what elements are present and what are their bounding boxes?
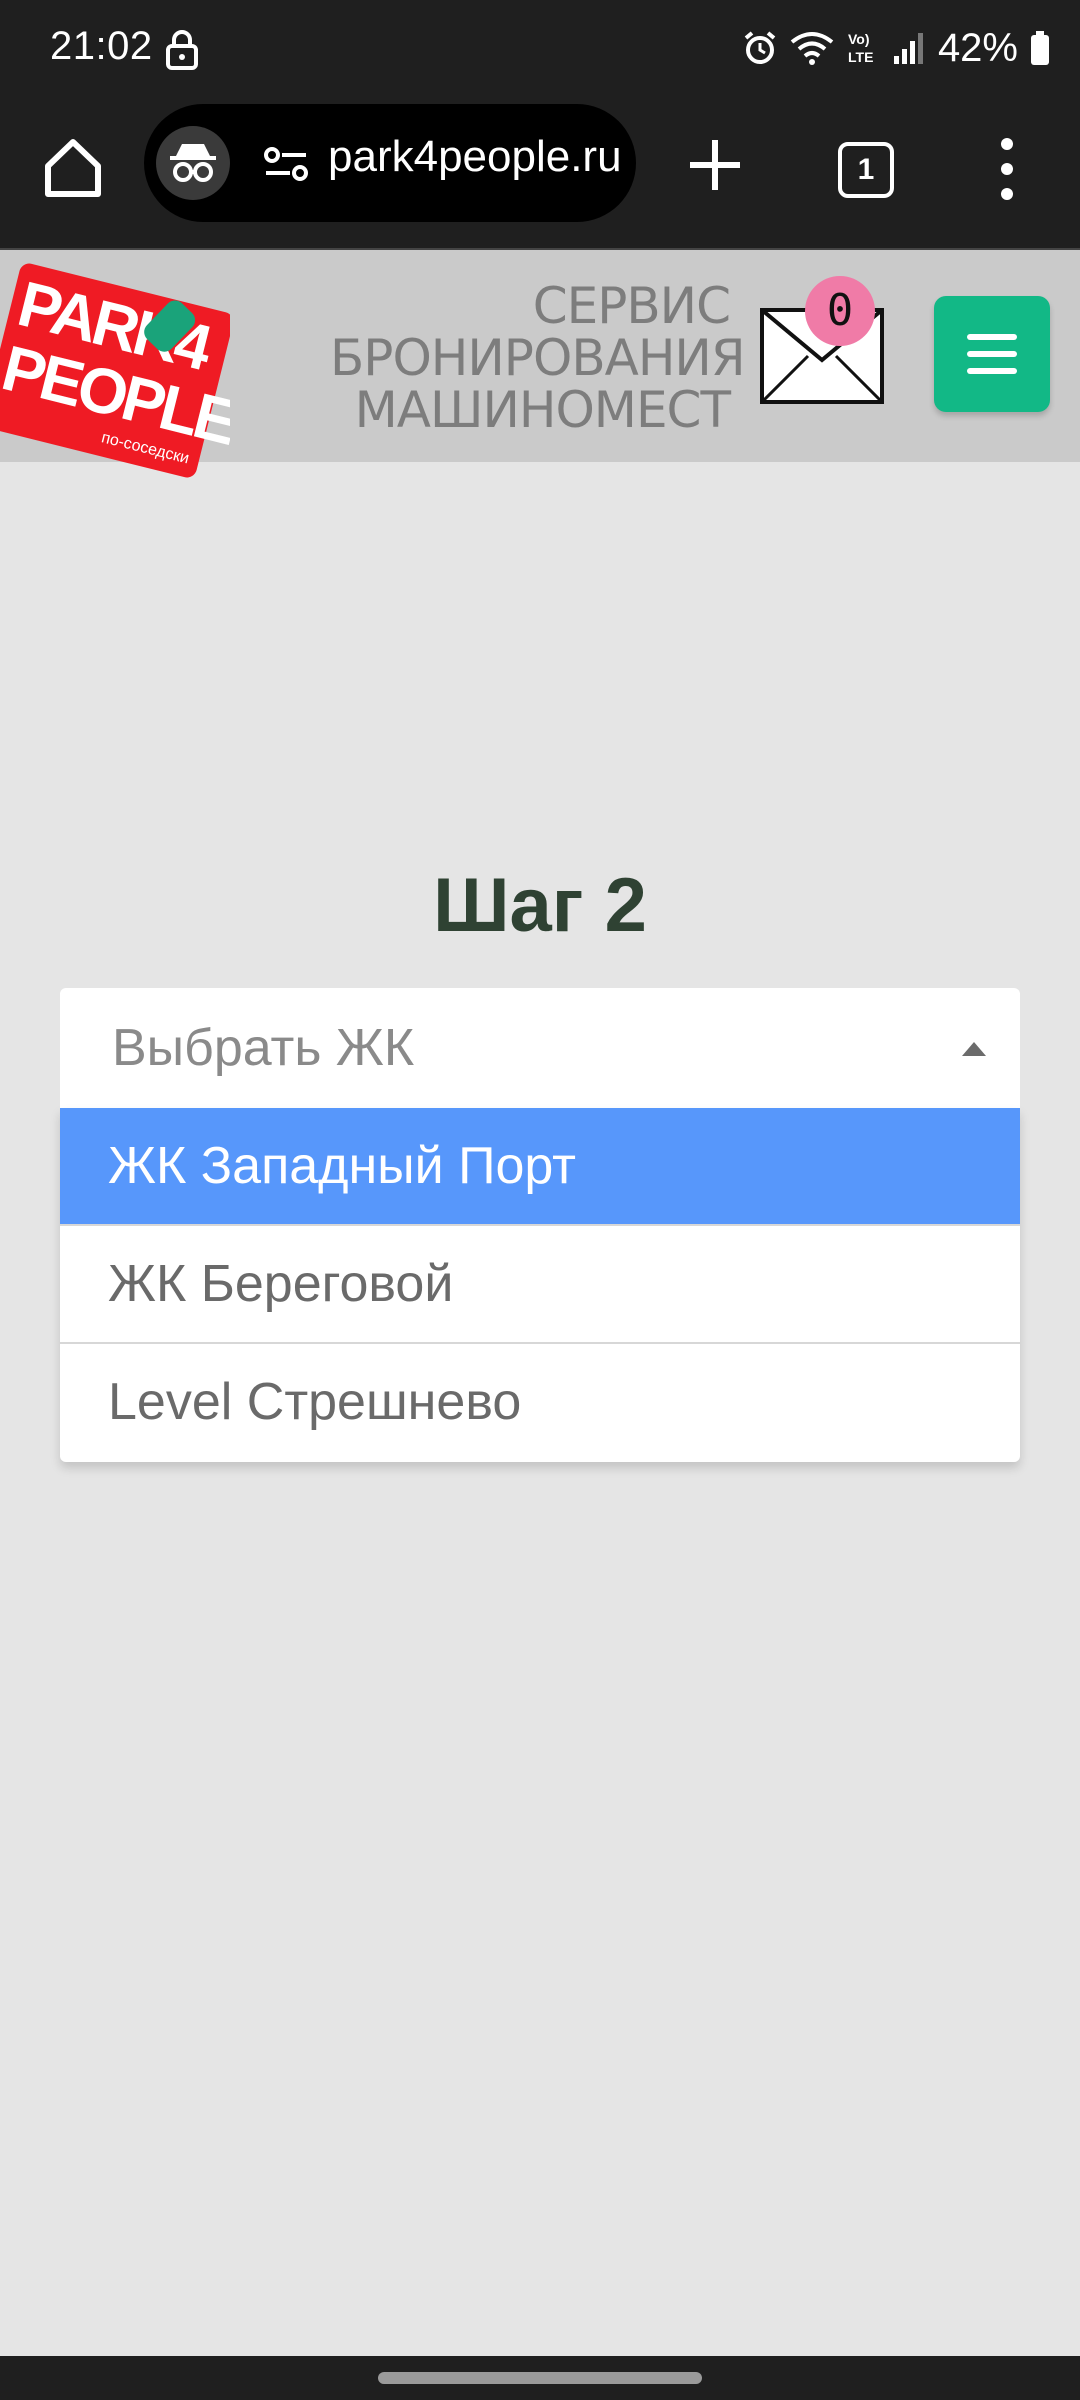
hamburger-line (967, 351, 1017, 357)
new-tab-icon[interactable] (680, 130, 750, 200)
gesture-handle[interactable] (378, 2372, 702, 2384)
battery-percent: 42% (937, 25, 1018, 70)
select-placeholder: Выбрать ЖК (112, 1019, 415, 1077)
select-option[interactable]: ЖК Западный Порт (60, 1108, 1020, 1226)
mail-count-badge[interactable]: 0 (805, 276, 875, 346)
incognito-icon[interactable] (156, 126, 230, 200)
system-nav-bar (0, 2356, 1080, 2400)
wifi-icon (790, 32, 834, 65)
more-menu-icon[interactable] (990, 134, 1024, 204)
home-icon[interactable] (38, 132, 108, 202)
caret-up-icon (962, 1042, 986, 1056)
site-settings-icon[interactable] (262, 146, 310, 182)
site-header: PARK4 PEOPLE по-соседски СЕРВИС БРОНИРОВ… (0, 248, 1080, 478)
address-bar[interactable]: park4people.ru (144, 104, 636, 222)
battery-icon (1031, 31, 1049, 65)
select-dropdown-list: ЖК Западный Порт ЖК Береговой Level Стре… (60, 1108, 1020, 1462)
status-time: 21:02 (50, 24, 153, 68)
select-option[interactable]: Level Стрешнево (60, 1344, 1020, 1462)
hamburger-line (967, 368, 1017, 374)
url-text[interactable]: park4people.ru (328, 132, 628, 182)
browser-toolbar: park4people.ru 1 (0, 96, 1080, 248)
alarm-icon (744, 31, 776, 64)
volte-icon: Vo) LTE (848, 31, 873, 65)
select-option[interactable]: ЖК Береговой (60, 1226, 1020, 1344)
hamburger-icon (967, 334, 1017, 340)
svg-text:Vo): Vo) (848, 31, 870, 47)
park4people-logo[interactable]: PARK4 PEOPLE по-соседски (0, 258, 230, 484)
tabs-button[interactable]: 1 (838, 142, 894, 198)
hamburger-menu-button[interactable] (934, 296, 1050, 412)
step-title: Шаг 2 (433, 863, 647, 948)
status-icons: Vo) LTE 42% (742, 22, 1050, 74)
lock-icon (166, 30, 198, 70)
service-title: СЕРВИС БРОНИРОВАНИЯ МАШИНОМЕСТ (330, 277, 746, 439)
complex-select[interactable]: Выбрать ЖК (60, 988, 1020, 1108)
service-line-1: СЕРВИС (532, 277, 731, 335)
service-line-3: МАШИНОМЕСТ (354, 381, 731, 439)
svg-text:LTE: LTE (848, 49, 873, 65)
status-bar: 21:02 Vo) LTE 42% (0, 0, 1080, 96)
tab-count: 1 (857, 153, 875, 186)
service-line-2: БРОНИРОВАНИЯ (330, 329, 746, 387)
signal-icon (893, 33, 923, 64)
